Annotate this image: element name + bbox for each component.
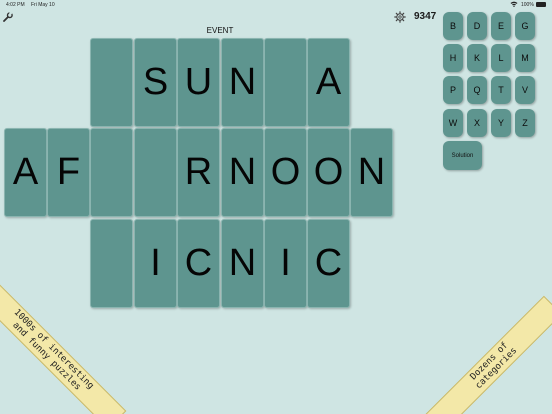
letter-tile[interactable]: N	[221, 219, 264, 308]
letter-tile[interactable]: I	[264, 219, 307, 308]
wifi-icon	[510, 1, 518, 7]
key-button[interactable]: X	[467, 109, 487, 137]
battery-percent: 100%	[521, 2, 534, 8]
key-button[interactable]: W	[443, 109, 463, 137]
key-button[interactable]: T	[491, 76, 511, 104]
letter-tile[interactable]: N	[221, 128, 264, 217]
letter-tile[interactable]: F	[47, 128, 90, 217]
status-bar: 4:02 PM Fri May 10 100%	[0, 0, 552, 10]
key-button[interactable]: D	[467, 12, 487, 40]
key-button[interactable]: Z	[515, 109, 535, 137]
letter-tile[interactable]	[90, 128, 133, 217]
letter-tile[interactable]	[90, 38, 133, 127]
key-button[interactable]: Q	[467, 76, 487, 104]
promo-banner-right: Dozens of categories	[423, 295, 552, 414]
status-date: Fri May 10	[31, 2, 55, 8]
key-button[interactable]: Y	[491, 109, 511, 137]
promo-text: 1000s of interesting	[11, 307, 96, 392]
key-button[interactable]: M	[515, 44, 535, 72]
letter-tile[interactable]: R	[177, 128, 220, 217]
letter-tile[interactable]: N	[221, 38, 264, 127]
key-button[interactable]: H	[443, 44, 463, 72]
promo-text: and funny puzzles	[10, 320, 83, 393]
puzzle-category-title: EVENT	[206, 26, 234, 35]
letter-tile[interactable]: I	[134, 219, 177, 308]
letter-tile[interactable]: A	[307, 38, 350, 127]
battery-icon	[536, 2, 546, 7]
key-button[interactable]: L	[491, 44, 511, 72]
key-button[interactable]: K	[467, 44, 487, 72]
letter-tile[interactable]	[90, 219, 133, 308]
key-button[interactable]: P	[443, 76, 463, 104]
solution-button[interactable]: Solution	[443, 141, 482, 170]
letter-tile[interactable]: S	[134, 38, 177, 127]
letter-tile[interactable]	[134, 128, 177, 217]
key-button[interactable]: B	[443, 12, 463, 40]
letter-tile[interactable]: C	[307, 219, 350, 308]
key-button[interactable]: V	[515, 76, 535, 104]
gear-icon[interactable]	[394, 11, 406, 23]
status-time: 4:02 PM	[6, 2, 25, 8]
letter-tile[interactable]	[264, 38, 307, 127]
score-counter: 9347	[414, 11, 437, 22]
letter-tile[interactable]: O	[307, 128, 350, 217]
key-button[interactable]: G	[515, 12, 535, 40]
letter-tile[interactable]: O	[264, 128, 307, 217]
letter-tile[interactable]: N	[350, 128, 393, 217]
letter-tile[interactable]: C	[177, 219, 220, 308]
key-button[interactable]: E	[491, 12, 511, 40]
wrench-icon[interactable]	[3, 12, 13, 22]
letter-tile[interactable]: A	[4, 128, 47, 217]
letter-tile[interactable]: U	[177, 38, 220, 127]
